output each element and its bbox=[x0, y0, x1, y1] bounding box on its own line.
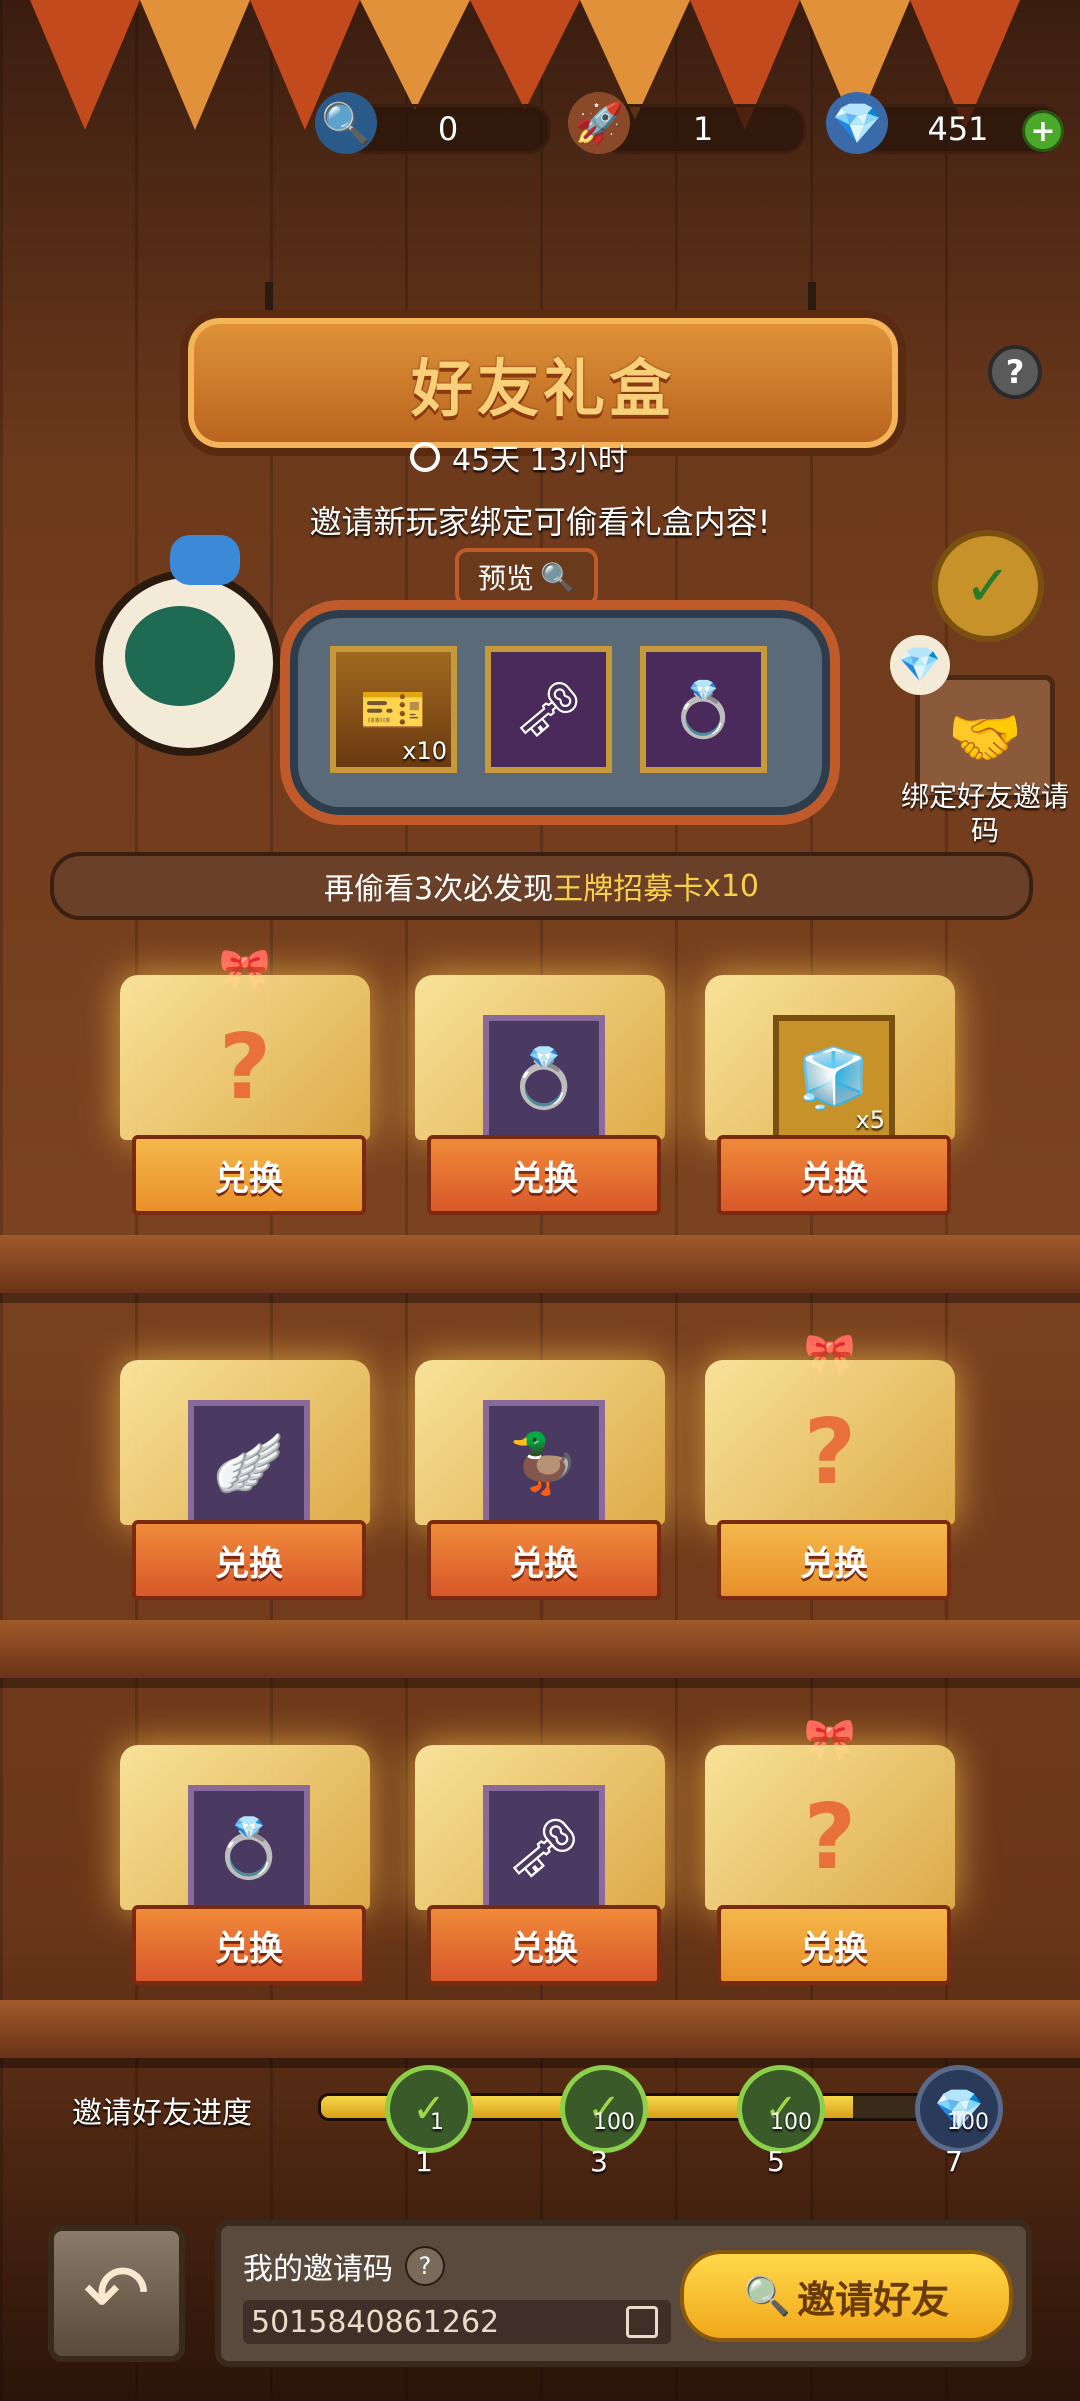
progress-node[interactable]: ✓ bbox=[385, 2065, 473, 2153]
diamond-icon: 💎 bbox=[890, 635, 950, 695]
code-label-row: 我的邀请码 ? bbox=[243, 2244, 445, 2288]
gift-box[interactable]: 🗝 兑换 bbox=[415, 1745, 665, 1995]
timer-text: 45天 13小时 bbox=[452, 443, 628, 478]
robot-bow bbox=[170, 535, 240, 585]
magnifier-icon: 🔍 bbox=[540, 560, 575, 594]
node-reward: 100 bbox=[770, 2110, 812, 2135]
progress-node[interactable]: ✓ bbox=[560, 2065, 648, 2153]
exchange-button[interactable]: 兑换 bbox=[717, 1135, 951, 1215]
node-target: 1 bbox=[415, 2145, 433, 2178]
diamond-icon: 💎 bbox=[826, 92, 888, 154]
progress-node[interactable]: ✓ bbox=[737, 2065, 825, 2153]
gift-box[interactable]: 🎀 ? 兑换 bbox=[705, 1330, 955, 1610]
rocket-counter: 1 bbox=[600, 104, 806, 154]
preview-text: 预览 bbox=[478, 562, 535, 595]
preview-label: 预览 🔍 bbox=[455, 548, 598, 606]
node-reward: 100 bbox=[947, 2110, 989, 2135]
magnifier-icon: 🔍 bbox=[315, 92, 377, 154]
bunting-flag bbox=[30, 0, 140, 130]
ring-icon: 💍 bbox=[188, 1785, 310, 1912]
code-label: 我的邀请码 bbox=[243, 2252, 393, 2287]
plus-icon: + bbox=[1030, 113, 1056, 149]
exchange-button[interactable]: 兑换 bbox=[427, 1135, 661, 1215]
back-button[interactable]: ↶ bbox=[48, 2225, 185, 2362]
bunting-flag bbox=[470, 0, 580, 110]
question-icon: ? bbox=[803, 1785, 857, 1890]
node-reward: 1 bbox=[430, 2110, 444, 2135]
exchange-button[interactable]: 兑换 bbox=[717, 1905, 951, 1985]
bind-friend-label: 绑定好友邀请码 bbox=[900, 780, 1069, 847]
back-arrow-icon: ↶ bbox=[82, 2247, 151, 2340]
add-diamond-button[interactable]: + bbox=[1022, 110, 1064, 152]
gift-box[interactable]: 🎀 ? 兑换 bbox=[120, 945, 370, 1225]
question-icon: ? bbox=[218, 1015, 272, 1120]
robot-character bbox=[95, 570, 281, 756]
exchange-button[interactable]: 兑换 bbox=[427, 1905, 661, 1985]
key-icon: 🗝 bbox=[483, 1785, 605, 1912]
diamond-count: 451 bbox=[927, 110, 989, 148]
question-icon: ? bbox=[803, 1400, 857, 1505]
recruit-card-icon: 🎫 bbox=[359, 677, 428, 741]
gift-box[interactable]: 💍 兑换 bbox=[415, 975, 665, 1225]
node-target: 3 bbox=[590, 2145, 608, 2178]
progress-node[interactable]: 💎 bbox=[915, 2065, 1003, 2153]
gift-box[interactable]: 💍 兑换 bbox=[120, 1745, 370, 1995]
gift-box[interactable]: 🪽 兑换 bbox=[120, 1360, 370, 1610]
preview-slot[interactable]: 🗝 bbox=[485, 646, 612, 773]
instruction-text: 邀请新玩家绑定可偷看礼盒内容! bbox=[309, 503, 771, 541]
help-icon: ? bbox=[418, 2252, 432, 2280]
cube-icon: 🧊 x5 bbox=[773, 1015, 895, 1142]
hint-bar: 再偷看3次必发现 王牌招募卡 x10 bbox=[50, 852, 1033, 920]
help-button[interactable]: ? bbox=[988, 345, 1042, 399]
invite-code-field[interactable]: 5015840861262 bbox=[243, 2300, 671, 2344]
hint-highlight: 王牌招募卡 bbox=[553, 872, 704, 907]
preview-capsule: 🎫 x10 🗝 💍 bbox=[280, 600, 840, 825]
node-reward: 100 bbox=[593, 2110, 635, 2135]
node-target: 7 bbox=[945, 2145, 963, 2178]
shelf bbox=[0, 2000, 1080, 2058]
gift-box[interactable]: 🧊 x5 兑换 bbox=[705, 975, 955, 1225]
rocket-icon: 🚀 bbox=[568, 92, 630, 154]
help-icon: ? bbox=[1005, 353, 1025, 391]
handshake-icon: 🤝 bbox=[947, 703, 1023, 773]
event-timer: 45天 13小时 bbox=[410, 435, 628, 479]
magnifier-icon: 🔍 bbox=[743, 2273, 792, 2318]
exchange-button[interactable]: 兑换 bbox=[717, 1520, 951, 1600]
clock-icon bbox=[410, 442, 440, 472]
exchange-button[interactable]: 兑换 bbox=[132, 1520, 366, 1600]
gift-box[interactable]: 🦆 兑换 bbox=[415, 1360, 665, 1610]
invite-button-label: 邀请好友 bbox=[797, 2277, 950, 2322]
rocket-count: 1 bbox=[692, 110, 714, 148]
ring-icon: 💍 bbox=[483, 1015, 605, 1142]
hint-prefix: 再偷看3次必发现 bbox=[323, 872, 554, 907]
ring-icon: 💍 bbox=[669, 677, 738, 741]
preview-slot[interactable]: 🎫 x10 bbox=[330, 646, 457, 773]
hint-suffix: x10 bbox=[703, 868, 760, 904]
code-help-button[interactable]: ? bbox=[405, 2246, 445, 2286]
shelf bbox=[0, 1235, 1080, 1293]
item-count: x5 bbox=[855, 1106, 885, 1134]
exchange-button[interactable]: 兑换 bbox=[132, 1905, 366, 1985]
wings-icon: 🪽 bbox=[188, 1400, 310, 1527]
node-target: 5 bbox=[767, 2145, 785, 2178]
duck-character-icon: 🦆 bbox=[483, 1400, 605, 1527]
exchange-button[interactable]: 兑换 bbox=[427, 1520, 661, 1600]
bunting-flag bbox=[360, 0, 470, 110]
invite-friends-button[interactable]: 🔍 邀请好友 bbox=[680, 2250, 1013, 2342]
invite-code-value: 5015840861262 bbox=[251, 2304, 500, 2340]
shelf bbox=[0, 1620, 1080, 1678]
preview-slot[interactable]: 💍 bbox=[640, 646, 767, 773]
item-count: x10 bbox=[402, 737, 447, 765]
gift-box[interactable]: 🎀 ? 兑换 bbox=[705, 1715, 955, 1995]
robot-face bbox=[125, 606, 235, 706]
copy-icon[interactable] bbox=[626, 2306, 658, 2338]
key-icon: 🗝 bbox=[514, 677, 583, 741]
bunting-flag bbox=[140, 0, 250, 130]
exchange-button[interactable]: 兑换 bbox=[132, 1135, 366, 1215]
magnifier-count: 0 bbox=[437, 110, 459, 148]
page-title: 好友礼盒 bbox=[410, 352, 675, 425]
checkmark-badge-icon[interactable]: ✓ bbox=[932, 530, 1044, 642]
progress-label: 邀请好友进度 bbox=[72, 2096, 252, 2131]
